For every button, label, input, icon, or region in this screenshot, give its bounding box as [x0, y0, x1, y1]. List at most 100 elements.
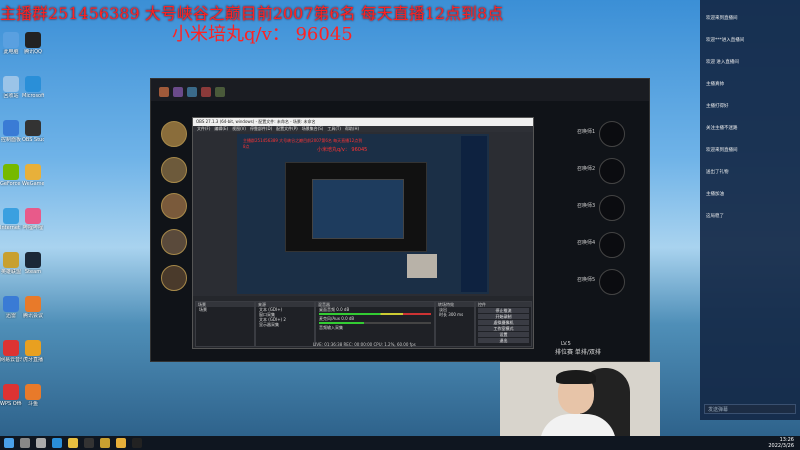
friend-avatar-icon[interactable]	[201, 87, 211, 97]
desktop-icon[interactable]: Steam	[22, 250, 44, 286]
friend-avatar-icon[interactable]	[187, 87, 197, 97]
obs-menu-item[interactable]: 场景集合(S)	[302, 126, 324, 131]
summoner-avatar-icon	[599, 232, 625, 258]
hero-portrait-icon[interactable]	[161, 157, 187, 183]
desktop-icon[interactable]: Microsoft Edge	[22, 74, 44, 110]
desktop-icon-label: WeGame	[22, 181, 44, 187]
chat-message: 欢迎来到直播间	[706, 16, 738, 21]
desktop-icon[interactable]: Internet Explorer	[0, 206, 22, 242]
desktop-icon[interactable]: 控制面板	[0, 118, 22, 154]
obs-menu-item[interactable]: 文件(F)	[197, 126, 210, 131]
obs-preview-canvas[interactable]: 主播群251456389 大号峡谷之巅目前2007第6名 每天直播12点到8点 …	[237, 134, 489, 294]
desktop-icon[interactable]: WeGame	[22, 162, 44, 198]
recycle-bin-icon	[3, 76, 19, 92]
obs-menu-item[interactable]: 帮助(H)	[345, 126, 359, 131]
chat-input[interactable]: 发送弹幕	[704, 404, 796, 414]
desktop-icon[interactable]: 迅雷	[0, 294, 22, 330]
start-recording-button[interactable]: 开始录制	[478, 314, 529, 319]
chat-message: 主播打得好	[706, 104, 729, 109]
hero-portrait-icon[interactable]	[161, 193, 187, 219]
desktop-icon[interactable]: 回收站	[0, 74, 22, 110]
summoner-slot[interactable]: 召唤师2	[571, 156, 646, 184]
desktop-icon-label: Microsoft Edge	[22, 93, 44, 99]
desktop-icon-label: 腾讯QQ	[24, 49, 42, 55]
taskbar: 13:26 2022/3/26	[0, 436, 800, 450]
chat-message: 欢迎来到直播间	[706, 148, 738, 153]
windows-start-icon[interactable]	[4, 438, 14, 448]
explorer-icon[interactable]	[68, 438, 78, 448]
summoner-slot[interactable]: 召唤师5	[571, 267, 646, 295]
desktop-icon-label: 回收站	[3, 93, 19, 99]
settings-button[interactable]: 设置	[478, 332, 529, 337]
friend-avatar-icon[interactable]	[173, 87, 183, 97]
preview-nested-window	[285, 162, 427, 252]
desktop-icon[interactable]: 英雄联盟	[0, 250, 22, 286]
desktop-icon[interactable]: 哔哩哔哩	[22, 206, 44, 242]
desktop-icon[interactable]: 虎牙直播	[22, 338, 44, 374]
task-view-icon[interactable]	[36, 438, 46, 448]
studio-mode-button[interactable]: 工作室模式	[478, 326, 529, 331]
desktop-icon[interactable]: 腾讯会议	[22, 294, 44, 330]
obs-title-bar: OBS 27.1.3 (64-bit, windows) - 配置文件: 未命名…	[193, 118, 533, 126]
taskbar-icons	[0, 436, 200, 450]
summoner-slot[interactable]: 召唤师1	[571, 119, 646, 147]
live-chat-panel: 发送弹幕 欢迎来到直播间 欢迎***进入直播间 欢迎 进入直播间 主播真帅 主播打得好关…	[700, 0, 800, 420]
desktop-icon-label: 腾讯会议	[22, 313, 43, 319]
control-panel-icon	[3, 120, 19, 136]
summoner-slot-label: 召唤师1	[577, 129, 596, 135]
summoner-slots: 召唤师1 召唤师2 召唤师3 召唤师4 召唤师5	[571, 119, 646, 309]
edge-icon[interactable]	[52, 438, 62, 448]
obs-icon	[25, 120, 41, 136]
obs-menu-item[interactable]: 停靠部件(D)	[250, 126, 272, 131]
obs-menu-item[interactable]: 配置文件(P)	[276, 126, 298, 131]
mixer-track[interactable]: 音频输入采集	[316, 325, 434, 330]
desktop-icon[interactable]: GeForce Experience	[0, 162, 22, 198]
obs-menu-item[interactable]: 编辑(E)	[214, 126, 228, 131]
virtual-camera-button[interactable]: 虚拟摄像机	[478, 320, 529, 325]
desktop-icon[interactable]: OBS Studio	[22, 118, 44, 154]
summoner-slot[interactable]: 召唤师4	[571, 230, 646, 258]
hero-portrait-icon[interactable]	[161, 229, 187, 255]
desktop-icon[interactable]: 腾讯QQ	[22, 30, 44, 66]
obs-icon[interactable]	[84, 438, 94, 448]
streamer-hair	[556, 370, 596, 384]
huya-icon	[25, 340, 41, 356]
desktop-icon[interactable]: 网易云音乐	[0, 338, 22, 374]
stop-streaming-button[interactable]: 停止推流	[478, 308, 529, 313]
source-item[interactable]: 显示器采集	[256, 322, 314, 327]
obs-menu-item[interactable]: 视图(V)	[232, 126, 246, 131]
controls-panel: 控件 停止推流 开始录制 虚拟摄像机 工作室模式 设置 退出	[475, 301, 532, 347]
transition-duration[interactable]: 时长 300 ms	[436, 312, 474, 317]
lol-icon[interactable]	[100, 438, 110, 448]
preview-overlay-text: 主播群251456389 大号峡谷之巅目前2007第6名 每天直播12点到8点	[243, 138, 363, 149]
obs-window: OBS 27.1.3 (64-bit, windows) - 配置文件: 未命名…	[192, 117, 534, 349]
taskbar-clock[interactable]: 13:26 2022/3/26	[758, 437, 794, 449]
summoner-slot[interactable]: 召唤师3	[571, 193, 646, 221]
desktop-icon-label: 控制面板	[0, 137, 21, 143]
desktop-icon[interactable]: 斗鱼	[22, 382, 44, 418]
hero-portrait-icon[interactable]	[161, 121, 187, 147]
mixer-track[interactable]: 麦克风/Aux 0.0 dB	[316, 316, 434, 321]
desktop-icon-label: WPS Office	[0, 401, 22, 407]
hero-list	[151, 121, 191, 311]
queue-mode-label[interactable]: 排位赛 单排/双排	[555, 347, 601, 356]
obs-docks: 场景 场景 来源 文本 (GDI+) 窗口采集 文本 (GDI+) 2 显示器采…	[193, 296, 533, 348]
preview-nested-obs	[312, 179, 404, 239]
scene-item[interactable]: 场景	[196, 307, 254, 312]
desktop-icon[interactable]: 此电脑	[0, 30, 22, 66]
scenes-panel: 场景 场景	[195, 301, 255, 347]
desktop-icon[interactable]: WPS Office	[0, 382, 22, 418]
mixer-track[interactable]: 桌面音频 0.0 dB	[316, 307, 434, 312]
qq-icon[interactable]	[132, 438, 142, 448]
hero-portrait-icon[interactable]	[161, 265, 187, 291]
friend-avatar-icon[interactable]	[215, 87, 225, 97]
summoner-slot-label: 召唤师2	[577, 166, 596, 172]
obs-menu-item[interactable]: 工具(T)	[327, 126, 341, 131]
search-icon[interactable]	[20, 438, 30, 448]
transitions-panel: 转场特效 淡出 时长 300 ms	[435, 301, 475, 347]
wegame-icon[interactable]	[116, 438, 126, 448]
desktop-icon-label: 哔哩哔哩	[22, 225, 43, 231]
friend-avatar-icon[interactable]	[159, 87, 169, 97]
preview-webcam	[407, 254, 437, 278]
desktop-icon-label: Internet Explorer	[0, 225, 22, 231]
